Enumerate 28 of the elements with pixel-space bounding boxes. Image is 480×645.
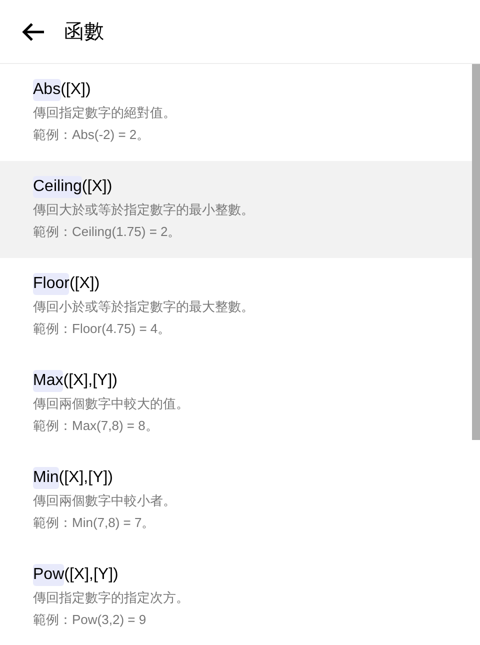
function-example: 範例：Abs(-2) = 2。	[33, 126, 150, 144]
function-name: Floor	[33, 273, 70, 295]
function-arguments: ([X])	[60, 80, 91, 100]
function-arguments: ([X])	[82, 177, 112, 197]
function-description: 傳回兩個數字中較小者。	[33, 492, 176, 510]
page-title: 函數	[64, 20, 104, 44]
function-name: Max	[33, 370, 64, 392]
function-example: 範例：Min(7,8) = 7。	[33, 514, 155, 532]
function-name: Abs	[33, 79, 61, 101]
function-arguments: ([X],[Y])	[64, 565, 118, 585]
function-arguments: ([X])	[69, 274, 100, 294]
function-description: 傳回兩個數字中較大的值。	[33, 395, 189, 413]
back-arrow-icon	[21, 22, 45, 42]
function-description: 傳回指定數字的指定次方。	[33, 589, 189, 607]
function-arguments: ([X],[Y])	[58, 468, 114, 488]
function-example: 範例：Max(7,8) = 8。	[33, 417, 158, 435]
function-example: 範例：Floor(4.75) = 4。	[33, 320, 171, 338]
scrollbar[interactable]	[472, 64, 480, 440]
function-name: Pow	[33, 564, 64, 586]
function-arguments: ([X],[Y])	[63, 371, 118, 391]
function-name: Ceiling	[33, 176, 82, 198]
function-example: 範例：Ceiling(1.75) = 2。	[33, 223, 181, 241]
function-item[interactable]: Ceiling([X]) 傳回大於或等於指定數字的最小整數。 範例：Ceiling(1.75) = 2。	[0, 161, 472, 258]
function-description: 傳回指定數字的絕對值。	[33, 104, 176, 122]
function-example: 範例：Pow(3,2) = 9	[33, 611, 146, 629]
function-description: 傳回大於或等於指定數字的最小整數。	[33, 201, 254, 219]
function-description: 傳回小於或等於指定數字的最大整數。	[33, 298, 254, 316]
function-name: Min	[33, 467, 59, 489]
